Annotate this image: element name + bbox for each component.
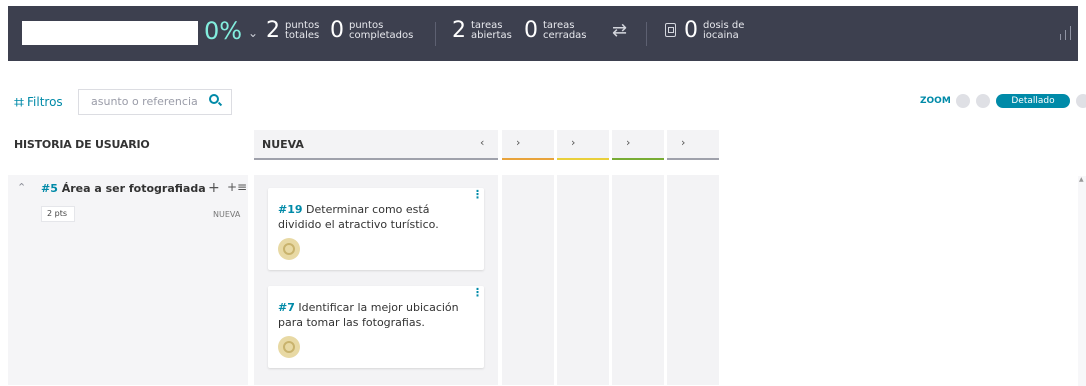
column-body-collapsed-2 — [557, 175, 609, 385]
more-options-icon[interactable]: ⋮ — [472, 189, 483, 200]
more-options-icon[interactable]: ⋮ — [472, 287, 483, 298]
task-card[interactable]: #19 Determinar como está dividido el atr… — [268, 188, 484, 270]
iocaine-icon — [665, 23, 676, 37]
swap-icon[interactable]: ⇄ — [612, 20, 627, 41]
column-title: NUEVA — [262, 138, 304, 151]
column-header-collapsed-4[interactable]: › — [667, 130, 719, 160]
zoom-selected-detallado[interactable]: Detallado — [996, 94, 1070, 108]
column-header-nueva: NUEVA ‹ — [254, 130, 498, 160]
story-status[interactable]: NUEVA — [213, 210, 240, 219]
task-ref[interactable]: #7 — [278, 301, 295, 314]
story-title[interactable]: Área a ser fotografiada — [62, 182, 206, 195]
story-link[interactable]: #5 Área a ser fotografiada — [41, 182, 206, 195]
story-column-header: HISTORIA DE USUARIO — [14, 138, 150, 151]
avatar[interactable] — [278, 238, 300, 260]
points-done-label: puntos completados — [349, 20, 414, 41]
progress-percent: 0% — [204, 17, 243, 45]
points-done-stat: 0 puntos completados — [330, 17, 413, 45]
filters-button[interactable]: ‡‡ Filtros — [14, 95, 63, 109]
expand-right-icon[interactable]: › — [516, 136, 520, 149]
expand-right-icon[interactable]: › — [626, 136, 630, 149]
expand-right-icon[interactable]: › — [571, 136, 575, 149]
column-header-collapsed-3[interactable]: › — [612, 130, 664, 160]
zoom-label: ZOOM — [920, 96, 951, 106]
add-task-icon[interactable]: + — [208, 180, 220, 196]
filter-sliders-icon: ‡‡ — [14, 95, 24, 109]
expand-right-icon[interactable]: › — [681, 136, 685, 149]
tasks-closed-stat: 0 tareas cerradas — [524, 17, 587, 45]
task-text[interactable]: #19 Determinar como está dividido el atr… — [278, 202, 468, 232]
divider — [646, 22, 647, 46]
zoom-level-1[interactable] — [956, 94, 970, 108]
story-points-badge: 2 pts — [41, 206, 75, 222]
tasks-open-label: tareas abiertas — [471, 20, 512, 41]
scroll-up-icon[interactable]: ▲ — [1079, 176, 1084, 183]
points-total-value: 2 — [266, 18, 280, 43]
graph-bars-icon[interactable] — [1060, 26, 1071, 40]
tasks-open-stat: 2 tareas abiertas — [452, 17, 512, 45]
tasks-open-value: 2 — [452, 18, 466, 43]
scrollbar[interactable]: ▲ — [1078, 176, 1086, 386]
stats-bar: 0% ⌄ 2 puntos totales 0 puntos completad… — [8, 6, 1078, 61]
search-input[interactable]: asunto o referencia — [78, 89, 232, 115]
task-ref[interactable]: #19 — [278, 203, 303, 216]
task-title[interactable]: Determinar como está dividido el atracti… — [278, 203, 439, 231]
bulk-add-icon[interactable]: +≡ — [227, 180, 247, 194]
task-card[interactable]: #7 Identificar la mejor ubicación para t… — [268, 286, 484, 368]
points-done-value: 0 — [330, 18, 344, 43]
zoom-level-2[interactable] — [976, 94, 990, 108]
tasks-closed-value: 0 — [524, 18, 538, 43]
task-title[interactable]: Identificar la mejor ubicación para toma… — [278, 301, 459, 329]
points-total-label: puntos totales — [285, 20, 320, 41]
filters-label: Filtros — [27, 95, 63, 109]
search-icon[interactable] — [209, 94, 219, 104]
column-header-collapsed-1[interactable]: › — [502, 130, 554, 160]
user-story-cell: ⌃ #5 Área a ser fotografiada + +≡ 2 pts … — [8, 175, 248, 385]
collapse-up-icon[interactable]: ⌃ — [17, 181, 26, 194]
iocaine-stat: 0 dosis de iocaina — [684, 17, 744, 45]
story-ref[interactable]: #5 — [41, 182, 58, 195]
collapse-left-icon[interactable]: ‹ — [480, 136, 484, 149]
column-body-collapsed-1 — [502, 175, 554, 385]
tasks-closed-label: tareas cerradas — [543, 20, 587, 41]
search-placeholder: asunto o referencia — [91, 95, 198, 108]
points-total-stat: 2 puntos totales — [266, 17, 319, 45]
task-text[interactable]: #7 Identificar la mejor ubicación para t… — [278, 300, 468, 330]
iocaine-label: dosis de iocaina — [703, 20, 745, 41]
zoom-level-4[interactable] — [1076, 94, 1086, 108]
project-title-box — [22, 21, 198, 45]
chevron-down-icon[interactable]: ⌄ — [248, 26, 258, 40]
column-body-collapsed-3 — [612, 175, 664, 385]
iocaine-value: 0 — [684, 18, 698, 43]
divider — [435, 22, 436, 46]
column-body-collapsed-4 — [667, 175, 719, 385]
column-header-collapsed-2[interactable]: › — [557, 130, 609, 160]
avatar[interactable] — [278, 336, 300, 358]
